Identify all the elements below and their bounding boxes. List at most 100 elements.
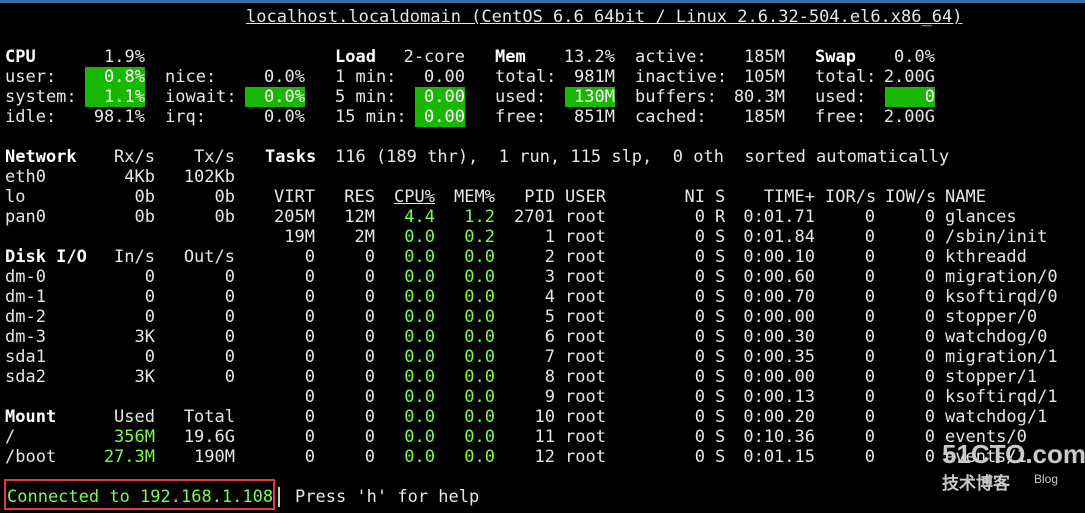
- diskio-device-name: dm-3: [5, 327, 46, 347]
- process-res: 0: [364, 247, 375, 267]
- process-header-state: S: [715, 187, 726, 207]
- help-hint: Press 'h' for help: [295, 487, 480, 507]
- network-header-tx: Tx/s: [194, 147, 235, 167]
- process-user: root: [565, 227, 606, 247]
- process-nice: 0: [694, 307, 705, 327]
- process-io-write: 0: [924, 207, 935, 227]
- process-state: R: [715, 207, 726, 227]
- process-header-virt: VIRT: [274, 187, 315, 207]
- process-io-read: 0: [864, 447, 875, 467]
- process-cpu-percent: 0.0: [404, 427, 435, 447]
- cpu-user-label: user:: [5, 67, 57, 87]
- process-nice: 0: [694, 447, 705, 467]
- load-15min-label: 15 min:: [335, 107, 407, 127]
- process-nice: 0: [694, 387, 705, 407]
- watermark-logo: 51CTO.com: [942, 439, 1085, 469]
- process-time: 0:00.10: [743, 247, 815, 267]
- process-cpu-percent: 0.0: [404, 367, 435, 387]
- process-header-io-read: IOR/s: [825, 187, 877, 207]
- process-pid: 12: [534, 447, 555, 467]
- process-header-mem-percent: MEM%: [454, 187, 495, 207]
- mem-percent: 13.2%: [563, 47, 615, 67]
- process-pid: 2: [544, 247, 555, 267]
- process-state: S: [715, 407, 726, 427]
- process-res: 0: [364, 347, 375, 367]
- process-time: 0:00.60: [743, 267, 815, 287]
- process-io-write: 0: [924, 407, 935, 427]
- diskio-in-value: 0: [144, 267, 155, 287]
- swap-used-value: 0: [885, 87, 935, 107]
- process-cpu-percent: 0.0: [404, 227, 435, 247]
- process-io-read: 0: [864, 307, 875, 327]
- mount-header-total: Total: [183, 407, 235, 427]
- mount-used-value: 356M: [114, 427, 155, 447]
- process-mem-percent: 0.0: [464, 427, 495, 447]
- process-time: 0:00.30: [743, 327, 815, 347]
- network-rx-value: 4Kb: [124, 167, 155, 187]
- watermark-blog: Blog: [1034, 472, 1059, 486]
- swap-total-value: 2.00G: [883, 67, 935, 87]
- process-state: S: [715, 327, 726, 347]
- process-virt: 0: [304, 427, 315, 447]
- diskio-device-name: sda1: [5, 347, 46, 367]
- network-iface-name: pan0: [5, 207, 46, 227]
- network-header-label: Network: [5, 147, 77, 167]
- process-io-write: 0: [924, 267, 935, 287]
- swap-total-label: total:: [815, 67, 877, 87]
- process-io-write: 0: [924, 227, 935, 247]
- cpu-irq-label: irq:: [165, 107, 206, 127]
- process-nice: 0: [694, 347, 705, 367]
- process-io-read: 0: [864, 327, 875, 347]
- process-io-write: 0: [924, 427, 935, 447]
- process-io-write: 0: [924, 287, 935, 307]
- process-pid: 1: [544, 227, 555, 247]
- process-pid: 4: [544, 287, 555, 307]
- process-io-write: 0: [924, 307, 935, 327]
- process-mem-percent: 0.0: [464, 327, 495, 347]
- process-virt: 0: [304, 387, 315, 407]
- process-state: S: [715, 347, 726, 367]
- process-mem-percent: 0.2: [464, 227, 495, 247]
- process-io-read: 0: [864, 227, 875, 247]
- process-virt: 0: [304, 307, 315, 327]
- cpu-irq-value: 0.0%: [264, 107, 305, 127]
- process-virt: 0: [304, 447, 315, 467]
- process-pid: 9: [544, 387, 555, 407]
- process-res: 0: [364, 327, 375, 347]
- process-time: 0:01.15: [743, 447, 815, 467]
- mem-active-value: 185M: [744, 47, 785, 67]
- connection-status: Connected to 192.168.1.108: [7, 487, 274, 507]
- diskio-in-value: 3K: [134, 327, 155, 347]
- process-res: 0: [364, 267, 375, 287]
- process-virt: 0: [304, 287, 315, 307]
- process-nice: 0: [694, 267, 705, 287]
- process-user: root: [565, 207, 606, 227]
- process-pid: 8: [544, 367, 555, 387]
- process-io-write: 0: [924, 347, 935, 367]
- watermark-subtitle: 技术博客: [942, 474, 1010, 493]
- mem-buffers-value: 80.3M: [733, 87, 785, 107]
- process-io-read: 0: [864, 367, 875, 387]
- process-pid: 7: [544, 347, 555, 367]
- process-time: 0:00.70: [743, 287, 815, 307]
- network-tx-value: 0b: [214, 187, 235, 207]
- process-nice: 0: [694, 327, 705, 347]
- process-io-read: 0: [864, 207, 875, 227]
- mem-used-value: 130M: [565, 87, 615, 107]
- mem-inactive-value: 105M: [744, 67, 785, 87]
- diskio-out-value: 0: [224, 267, 235, 287]
- cpu-label: CPU: [5, 47, 36, 67]
- network-tx-value: 102Kb: [183, 167, 235, 187]
- process-user: root: [565, 447, 606, 467]
- diskio-device-name: dm-0: [5, 267, 46, 287]
- network-tx-value: 0b: [214, 207, 235, 227]
- process-mem-percent: 0.0: [464, 407, 495, 427]
- diskio-out-value: 0: [224, 307, 235, 327]
- process-time: 0:01.71: [743, 207, 815, 227]
- process-virt: 19M: [284, 227, 315, 247]
- process-header-pid: PID: [524, 187, 555, 207]
- process-user: root: [565, 247, 606, 267]
- cpu-system-label: system:: [5, 87, 77, 107]
- process-name: ksoftirqd/1: [945, 387, 1058, 407]
- tasks-label: Tasks: [265, 147, 317, 167]
